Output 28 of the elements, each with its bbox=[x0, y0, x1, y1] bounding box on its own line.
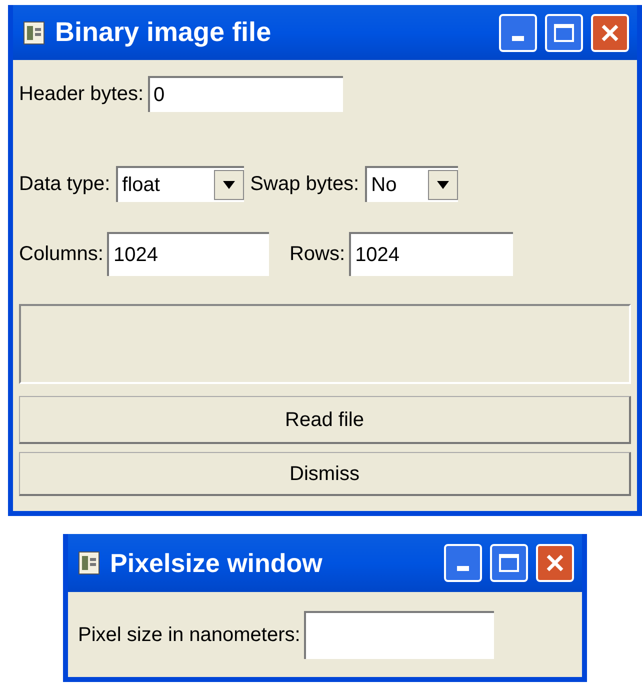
action-button[interactable]: Dismiss bbox=[19, 452, 631, 496]
field-label: Columns: bbox=[19, 242, 104, 267]
maximize-button[interactable] bbox=[490, 544, 528, 582]
close-icon bbox=[545, 553, 565, 573]
close-button[interactable] bbox=[536, 544, 574, 582]
field-label: Data type: bbox=[19, 172, 110, 197]
dropdown[interactable]: No bbox=[365, 166, 458, 202]
app-icon bbox=[76, 550, 102, 576]
input-field[interactable]: 1024 bbox=[349, 232, 514, 276]
input-field[interactable] bbox=[304, 610, 494, 658]
dropdown-value: float bbox=[122, 173, 160, 198]
app-icon bbox=[21, 20, 47, 46]
window-title: Binary image file bbox=[55, 16, 272, 50]
field-label: Rows: bbox=[289, 242, 346, 267]
input-field[interactable]: 1024 bbox=[107, 232, 270, 276]
maximize-button[interactable] bbox=[545, 14, 583, 52]
dropdown[interactable]: float bbox=[116, 166, 244, 202]
close-button[interactable] bbox=[591, 14, 629, 52]
dropdown-value: No bbox=[371, 173, 397, 198]
window-title: Pixelsize window bbox=[110, 546, 324, 580]
minimize-button[interactable] bbox=[444, 544, 482, 582]
minimize-button[interactable] bbox=[499, 14, 537, 52]
close-icon bbox=[600, 22, 620, 42]
field-label: Header bytes: bbox=[19, 82, 144, 107]
field-label: Pixel size in nanometers: bbox=[78, 622, 300, 648]
field-label: Swap bytes: bbox=[250, 172, 360, 197]
action-button[interactable]: Read file bbox=[19, 396, 631, 444]
input-field[interactable]: 0 bbox=[148, 76, 343, 112]
